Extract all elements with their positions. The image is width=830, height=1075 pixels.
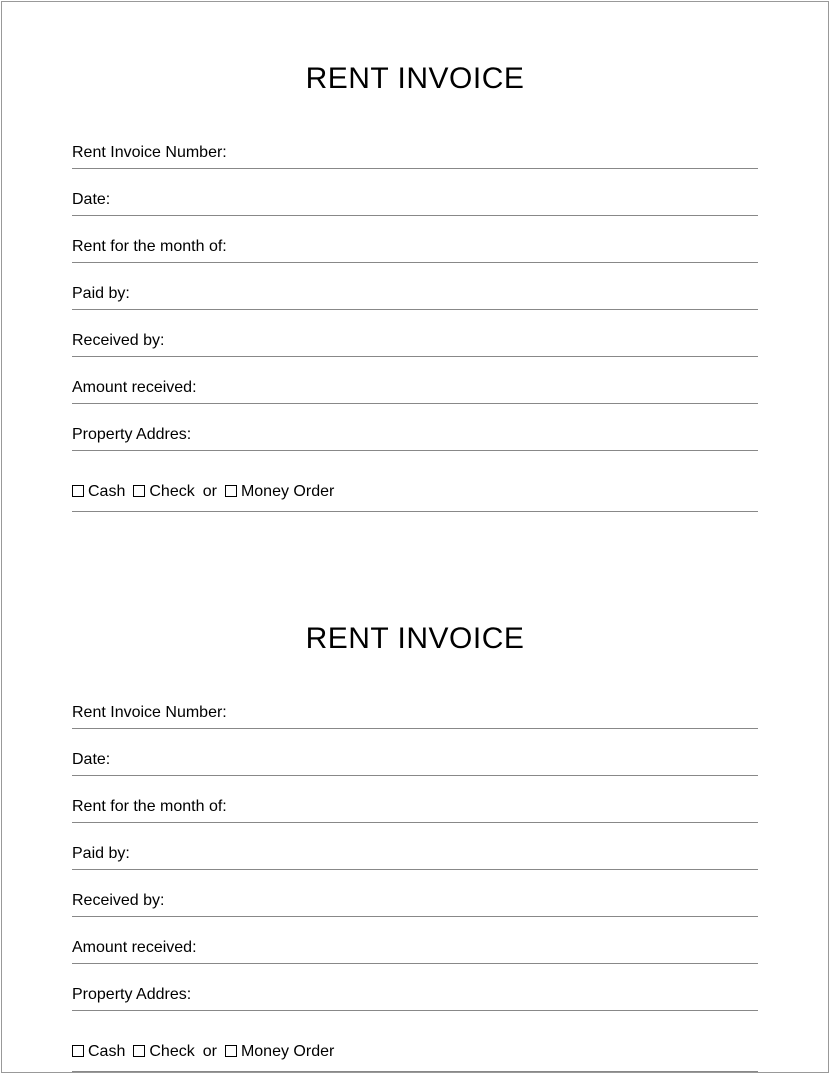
label-paid-by: Paid by:: [72, 845, 130, 862]
payment-check-option: Check: [133, 1043, 194, 1061]
field-paid-by: Paid by:: [72, 285, 758, 310]
label-date: Date:: [72, 191, 110, 208]
label-address: Property Addres:: [72, 986, 191, 1003]
payment-money-order-option: Money Order: [225, 1043, 334, 1061]
payment-cash-label: Cash: [88, 1043, 125, 1061]
payment-or-text: or: [203, 1043, 217, 1061]
payment-money-order-label: Money Order: [241, 483, 334, 501]
label-invoice-number: Rent Invoice Number:: [72, 704, 227, 721]
label-amount: Amount received:: [72, 379, 197, 396]
document-page: RENT INVOICE Rent Invoice Number: Date: …: [1, 1, 829, 1073]
payment-or-text: or: [203, 483, 217, 501]
payment-check-option: Check: [133, 483, 194, 501]
payment-method-row: Cash Check or Money Order: [72, 1033, 758, 1072]
label-received-by: Received by:: [72, 332, 165, 349]
field-received-by: Received by:: [72, 892, 758, 917]
payment-cash-label: Cash: [88, 483, 125, 501]
invoice-block-2: RENT INVOICE Rent Invoice Number: Date: …: [72, 622, 758, 1072]
payment-money-order-label: Money Order: [241, 1043, 334, 1061]
checkbox-icon[interactable]: [72, 1045, 84, 1057]
checkbox-icon[interactable]: [225, 1045, 237, 1057]
checkbox-icon[interactable]: [133, 485, 145, 497]
label-amount: Amount received:: [72, 939, 197, 956]
payment-check-label: Check: [149, 483, 194, 501]
payment-check-label: Check: [149, 1043, 194, 1061]
field-month: Rent for the month of:: [72, 238, 758, 263]
label-month: Rent for the month of:: [72, 798, 227, 815]
field-address: Property Addres:: [72, 426, 758, 451]
field-amount: Amount received:: [72, 939, 758, 964]
field-invoice-number: Rent Invoice Number:: [72, 704, 758, 729]
field-invoice-number: Rent Invoice Number:: [72, 144, 758, 169]
label-received-by: Received by:: [72, 892, 165, 909]
payment-money-order-option: Money Order: [225, 483, 334, 501]
invoice-title: RENT INVOICE: [72, 62, 758, 96]
field-paid-by: Paid by:: [72, 845, 758, 870]
field-date: Date:: [72, 191, 758, 216]
field-month: Rent for the month of:: [72, 798, 758, 823]
label-paid-by: Paid by:: [72, 285, 130, 302]
field-amount: Amount received:: [72, 379, 758, 404]
label-month: Rent for the month of:: [72, 238, 227, 255]
label-invoice-number: Rent Invoice Number:: [72, 144, 227, 161]
field-received-by: Received by:: [72, 332, 758, 357]
checkbox-icon[interactable]: [225, 485, 237, 497]
invoice-block-1: RENT INVOICE Rent Invoice Number: Date: …: [72, 62, 758, 512]
invoice-title: RENT INVOICE: [72, 622, 758, 656]
checkbox-icon[interactable]: [72, 485, 84, 497]
payment-method-row: Cash Check or Money Order: [72, 473, 758, 512]
payment-cash-option: Cash: [72, 483, 125, 501]
label-address: Property Addres:: [72, 426, 191, 443]
field-address: Property Addres:: [72, 986, 758, 1011]
label-date: Date:: [72, 751, 110, 768]
payment-cash-option: Cash: [72, 1043, 125, 1061]
field-date: Date:: [72, 751, 758, 776]
checkbox-icon[interactable]: [133, 1045, 145, 1057]
